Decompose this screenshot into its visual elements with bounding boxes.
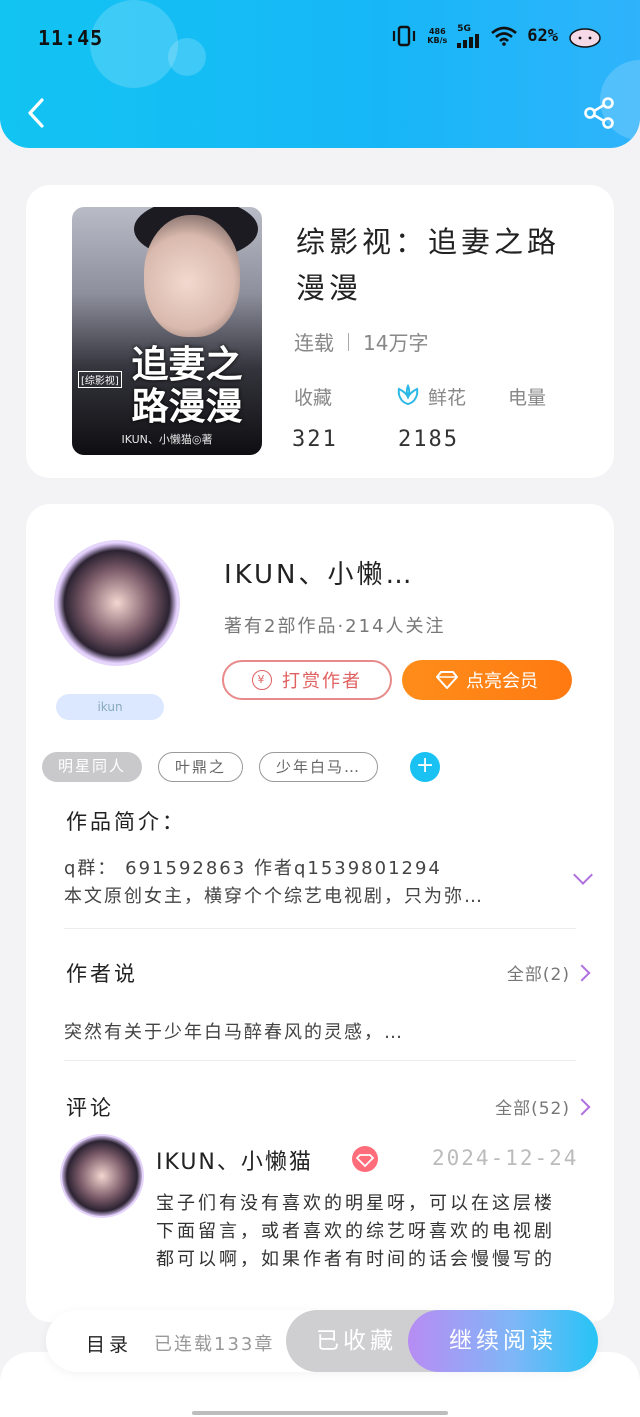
cover-title: 追妻之 路漫漫	[131, 342, 243, 428]
comment-date: 2024-12-24	[432, 1146, 579, 1170]
vibrate-icon	[393, 25, 416, 47]
stat-label-power: 电量	[508, 387, 547, 409]
net-speed: 486 KB/s	[427, 27, 448, 45]
status-time: 11:45	[38, 26, 104, 50]
vip-badge-icon	[352, 1146, 378, 1172]
chevron-right-icon	[573, 964, 591, 981]
tag-item[interactable]: 叶鼎之	[158, 752, 244, 782]
battery-level: 62%	[527, 26, 558, 46]
intro-line: 本文原创女主，横穿个个综艺电视剧，只为弥…	[64, 886, 484, 907]
flower-icon	[397, 384, 419, 406]
stat-value-flower: 2185	[398, 427, 459, 452]
serial-status: 连载	[294, 331, 334, 355]
more-label: 全部(2)	[506, 965, 570, 985]
home-indicator[interactable]	[192, 1411, 448, 1415]
book-title: 综影视：追妻之路漫漫	[296, 225, 561, 305]
chevron-right-icon	[573, 1098, 591, 1115]
wifi-icon	[491, 26, 518, 46]
author-name[interactable]: IKUN、小懒…	[224, 554, 415, 591]
tip-author-button[interactable]: ¥ 打赏作者	[222, 660, 392, 700]
decor-bubble	[168, 38, 206, 76]
tag-list: 明星同人 叶鼎之 少年白马… +	[42, 752, 441, 782]
chapter-count: 已连载133章	[154, 1334, 275, 1355]
vip-button[interactable]: 点亮会员	[402, 660, 572, 700]
stat-label-flower: 鲜花	[428, 387, 467, 409]
detail-card: ikun IKUN、小懒… 著有2部作品·214人关注 ¥ 打赏作者 点亮会员 …	[26, 504, 614, 1322]
book-info-card: [综影视] 追妻之 路漫漫 IKUN、小懒猫◎著 综影视：追妻之路漫漫 连载 1…	[26, 185, 614, 478]
more-label: 全部(52)	[495, 1099, 570, 1119]
intro-line: q群： 691592863 作者q1539801294	[64, 858, 442, 879]
avatar-badge: ikun	[56, 694, 164, 720]
toc-button[interactable]: 目录	[86, 1330, 132, 1357]
author-avatar[interactable]	[54, 540, 180, 666]
comment-username[interactable]: IKUN、小懒猫	[156, 1144, 313, 1176]
signal-icon	[457, 33, 480, 48]
comment-text[interactable]: 宝子们有没有喜欢的明星呀，可以在这层楼下面留言，或者喜欢的综艺呀喜欢的电视剧都可…	[156, 1190, 566, 1274]
back-button[interactable]	[22, 96, 52, 130]
tag-item[interactable]: 明星同人	[42, 752, 143, 782]
status-icons: 486 KB/s 5G 62%	[391, 24, 602, 48]
expand-chevron-icon[interactable]	[573, 865, 593, 885]
cover-author: IKUN、小懒猫◎著	[121, 433, 213, 446]
top-header: 11:45 486 KB/s 5G 62%	[0, 0, 640, 148]
signal-label: 5G	[457, 23, 471, 34]
comments-more-link[interactable]: 全部(52)	[495, 1094, 591, 1119]
author-says-more-link[interactable]: 全部(2)	[506, 960, 591, 985]
stat-label-collect: 收藏	[294, 387, 333, 409]
cloud-pet-icon	[569, 28, 601, 48]
book-cover[interactable]: [综影视] 追妻之 路漫漫 IKUN、小懒猫◎著	[72, 207, 262, 455]
intro-title: 作品简介：	[66, 810, 186, 834]
author-info: 著有2部作品·214人关注	[224, 616, 446, 637]
stat-value-collect: 321	[292, 427, 338, 452]
vip-label: 点亮会员	[466, 671, 538, 692]
tag-item[interactable]: 少年白马…	[259, 752, 379, 782]
share-button[interactable]	[582, 96, 616, 130]
tip-author-label: 打赏作者	[282, 671, 362, 692]
cover-art	[144, 215, 240, 337]
author-says-title: 作者说	[66, 962, 138, 986]
book-status: 连载 14万字	[294, 327, 428, 356]
divider	[348, 332, 349, 351]
author-says-text[interactable]: 突然有关于少年白马醉春风的灵感，…	[64, 1018, 404, 1044]
word-count: 14万字	[363, 331, 429, 355]
divider	[64, 1060, 576, 1061]
divider	[64, 928, 576, 929]
diamond-icon	[436, 671, 458, 689]
continue-reading-button[interactable]: 继续阅读	[408, 1310, 598, 1372]
comments-title: 评论	[66, 1096, 114, 1120]
add-tag-button[interactable]: +	[410, 752, 441, 782]
signal-indicator: 5G	[457, 23, 481, 48]
yuan-icon: ¥	[252, 670, 272, 690]
comment-avatar[interactable]	[60, 1134, 144, 1218]
